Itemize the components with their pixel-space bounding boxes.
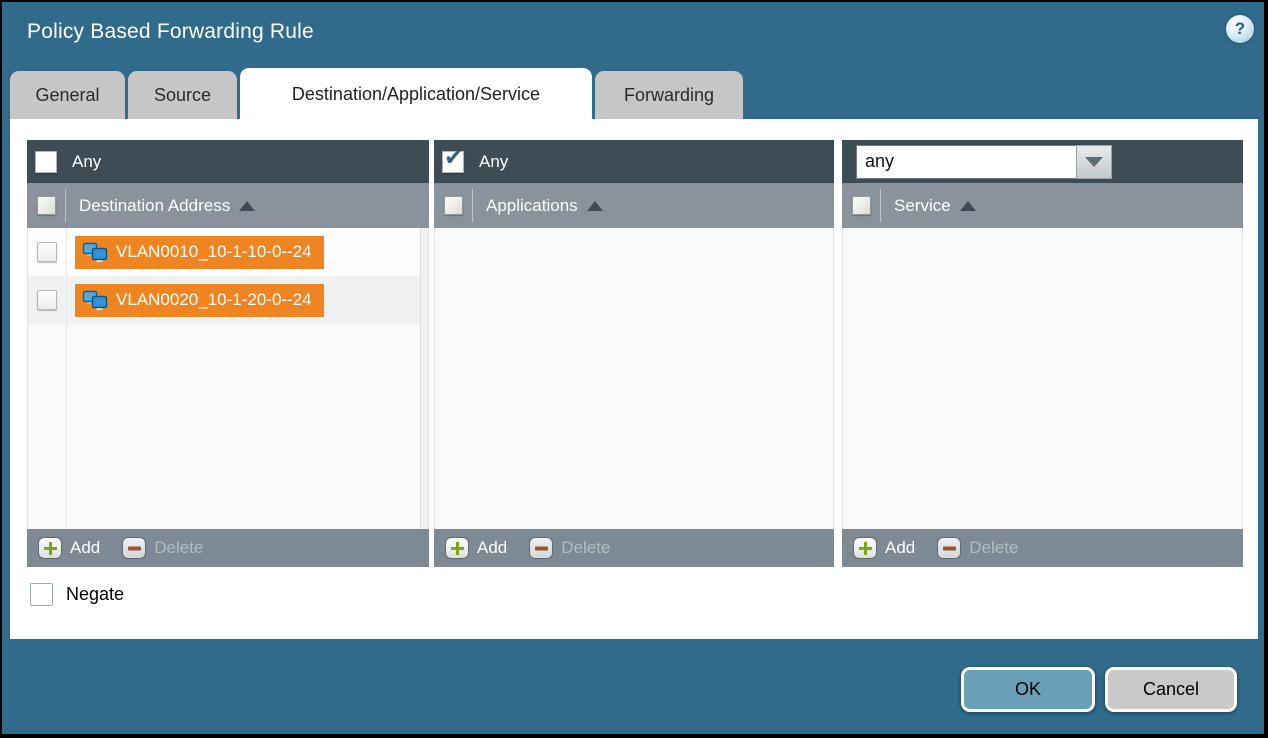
tab-forwarding[interactable]: Forwarding	[595, 71, 743, 120]
delete-button[interactable]: Delete	[154, 538, 203, 558]
destination-any-bar: Any	[27, 140, 429, 183]
applications-column-header[interactable]: Applications	[434, 183, 834, 228]
service-dropdown-bar	[842, 140, 1243, 183]
ok-button[interactable]: OK	[961, 667, 1095, 712]
dropdown-button[interactable]	[1076, 145, 1112, 179]
address-object-label: VLAN0020_10-1-20-0--24	[116, 290, 312, 310]
add-icon[interactable]	[445, 537, 469, 559]
tab-general[interactable]: General	[10, 71, 125, 120]
delete-icon[interactable]	[937, 537, 961, 559]
service-footer: Add Delete	[842, 529, 1243, 567]
applications-panel: Any Applications Add Delete	[434, 140, 834, 567]
destination-select-all-checkbox[interactable]	[37, 196, 56, 215]
add-button[interactable]: Add	[885, 538, 915, 558]
negate-checkbox[interactable]	[30, 583, 53, 606]
delete-icon[interactable]	[122, 537, 146, 559]
negate-option: Negate	[30, 583, 124, 606]
destination-address-panel: Any Destination Address	[27, 140, 429, 567]
tab-source[interactable]: Source	[128, 71, 237, 120]
applications-list	[434, 228, 834, 529]
destination-list: VLAN0010_10-1-10-0--24 VLAN0020_10-1-20-…	[27, 228, 429, 529]
dialog-title: Policy Based Forwarding Rule	[27, 20, 314, 44]
service-panel: Service Add Delete	[842, 140, 1243, 567]
header-divider	[65, 189, 66, 222]
address-object-label: VLAN0010_10-1-10-0--24	[116, 242, 312, 262]
address-object-chip[interactable]: VLAN0020_10-1-20-0--24	[75, 284, 324, 317]
header-divider	[880, 189, 881, 222]
sort-ascending-icon	[239, 201, 255, 211]
applications-any-bar: Any	[434, 140, 834, 183]
network-computers-icon	[82, 290, 109, 311]
add-icon[interactable]	[38, 537, 62, 559]
add-button[interactable]: Add	[477, 538, 507, 558]
applications-any-label: Any	[479, 152, 508, 172]
network-computers-icon	[82, 242, 109, 263]
applications-any-checkbox[interactable]	[442, 151, 464, 173]
applications-column-label: Applications	[486, 196, 578, 216]
applications-footer: Add Delete	[434, 529, 834, 567]
add-icon[interactable]	[853, 537, 877, 559]
negate-label: Negate	[66, 584, 124, 605]
row-checkbox[interactable]	[37, 242, 57, 262]
destination-column-header[interactable]: Destination Address	[27, 183, 429, 228]
scrollbar-gutter[interactable]	[420, 228, 428, 529]
service-column-label: Service	[894, 196, 951, 216]
list-column-divider	[66, 228, 67, 529]
destination-column-label: Destination Address	[79, 196, 230, 216]
delete-icon[interactable]	[529, 537, 553, 559]
service-list	[842, 228, 1243, 529]
delete-button[interactable]: Delete	[561, 538, 610, 558]
sort-ascending-icon	[960, 201, 976, 211]
address-object-chip[interactable]: VLAN0010_10-1-10-0--24	[75, 236, 324, 269]
destination-any-label: Any	[72, 152, 101, 172]
list-item[interactable]: VLAN0010_10-1-10-0--24	[28, 228, 428, 276]
help-icon[interactable]: ?	[1226, 15, 1254, 43]
sort-ascending-icon	[587, 201, 603, 211]
service-dropdown-input[interactable]	[856, 145, 1076, 179]
tab-content-area: Any Destination Address	[10, 119, 1258, 639]
service-select-all-checkbox[interactable]	[852, 196, 871, 215]
destination-any-checkbox[interactable]	[35, 151, 57, 173]
chevron-down-icon	[1085, 157, 1103, 167]
add-button[interactable]: Add	[70, 538, 100, 558]
row-checkbox[interactable]	[37, 290, 57, 310]
header-divider	[472, 189, 473, 222]
tab-destination-application-service[interactable]: Destination/Application/Service	[240, 68, 592, 120]
tab-bar: General Source Destination/Application/S…	[10, 68, 743, 120]
service-column-header[interactable]: Service	[842, 183, 1243, 228]
policy-forwarding-dialog: Policy Based Forwarding Rule ? General S…	[2, 2, 1264, 734]
applications-select-all-checkbox[interactable]	[444, 196, 463, 215]
delete-button[interactable]: Delete	[969, 538, 1018, 558]
destination-footer: Add Delete	[27, 529, 429, 567]
list-item[interactable]: VLAN0020_10-1-20-0--24	[28, 276, 428, 324]
cancel-button[interactable]: Cancel	[1105, 667, 1237, 712]
service-combo	[856, 145, 1112, 179]
